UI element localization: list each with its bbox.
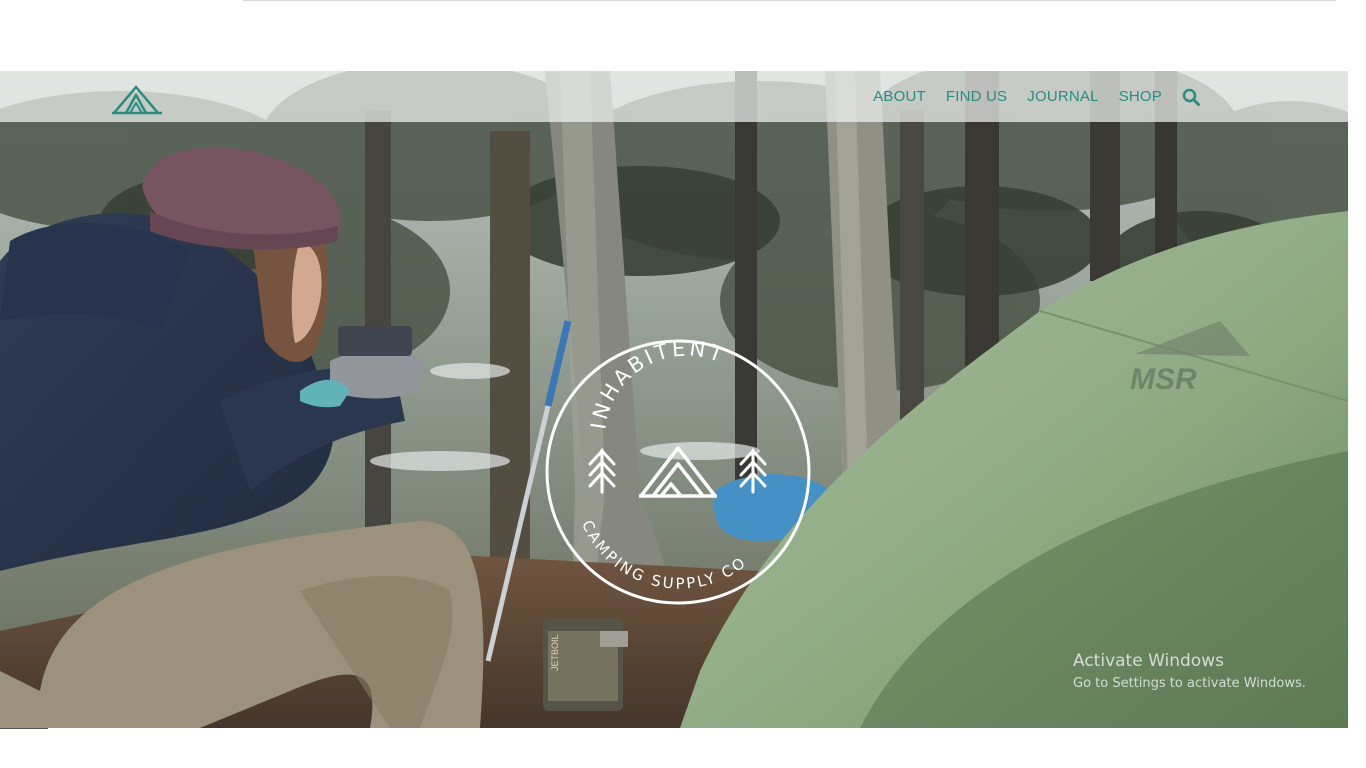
nav-link-about[interactable]: ABOUT	[873, 88, 926, 105]
top-navbar: ABOUT FIND US JOURNAL SHOP	[0, 71, 1348, 122]
bottom-divider	[0, 728, 48, 729]
badge-top-text: INHABITENT	[586, 338, 725, 431]
nav-link-shop[interactable]: SHOP	[1119, 88, 1162, 105]
activation-title: Activate Windows	[1073, 651, 1224, 671]
nav-link-journal[interactable]: JOURNAL	[1027, 88, 1098, 105]
windows-activation-watermark: Activate Windows Go to Settings to activ…	[1073, 651, 1306, 691]
tent-icon[interactable]	[112, 81, 162, 115]
tree-icon-left	[588, 448, 616, 494]
brand-badge: INHABITENT CAMPING SUPPLY CO	[545, 338, 811, 605]
nav-link-find-us[interactable]: FIND US	[946, 88, 1007, 105]
activation-subtitle: Go to Settings to activate Windows.	[1073, 676, 1306, 691]
svg-text:INHABITENT: INHABITENT	[586, 338, 728, 431]
main-nav: ABOUT FIND US JOURNAL SHOP	[873, 71, 1200, 122]
tent-icon-badge	[639, 446, 717, 498]
search-icon[interactable]	[1182, 88, 1200, 106]
top-divider	[243, 0, 1336, 1]
tree-icon-right	[739, 448, 767, 494]
